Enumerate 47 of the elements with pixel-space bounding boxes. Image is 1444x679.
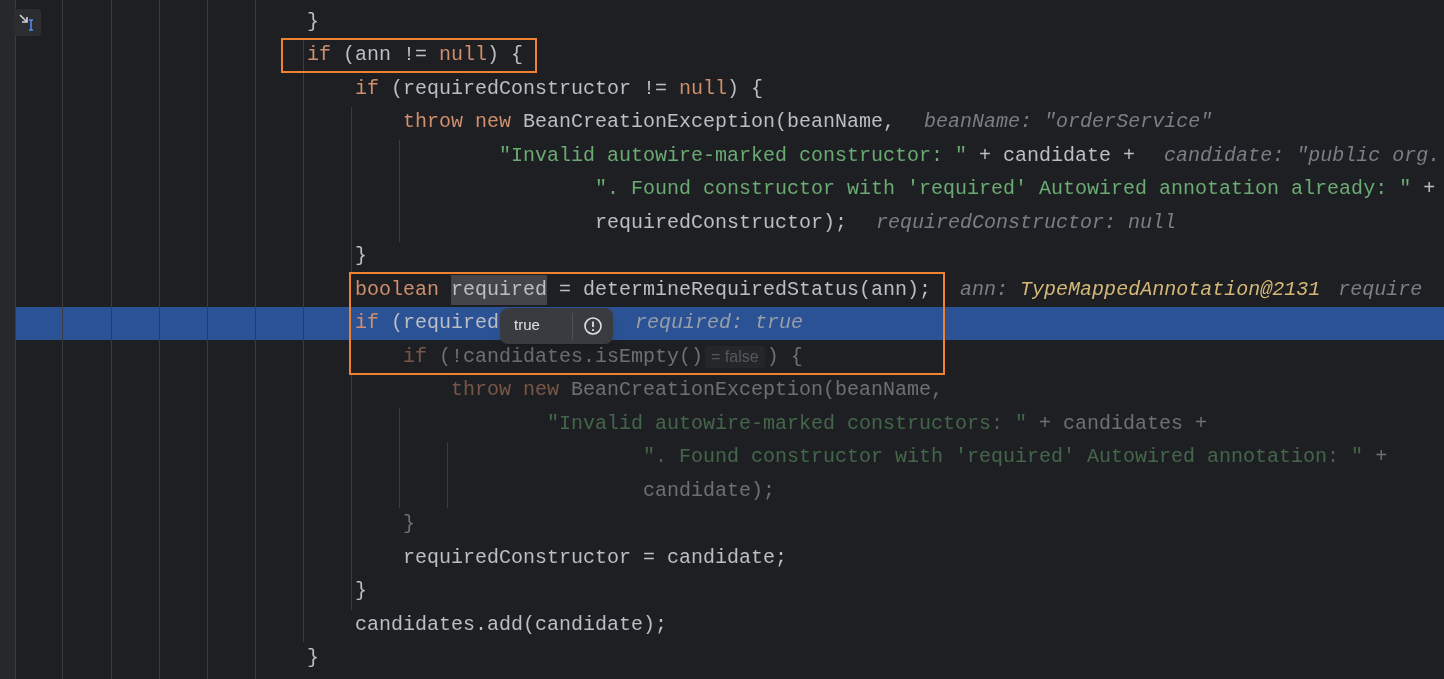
exclamation-circle-icon	[582, 315, 603, 336]
inline-value-hint: required: true	[635, 310, 804, 337]
code-text: }	[403, 511, 415, 538]
code-text: (required	[390, 310, 500, 337]
code-text: ) {	[727, 75, 764, 102]
code-text: (requiredConstructor !=	[390, 75, 669, 102]
code-text: +	[1422, 176, 1436, 203]
keyword: if	[307, 42, 331, 69]
string-literal: "Invalid autowire-marked constructors: "	[547, 410, 1028, 437]
keyword: if	[403, 343, 427, 370]
code-text: }	[355, 578, 367, 605]
code-text: candidate);	[643, 477, 776, 504]
keyword: throw new	[451, 377, 560, 404]
keyword: boolean	[355, 276, 439, 303]
code-text: (ann !=	[342, 42, 429, 69]
code-text: = determineRequiredStatus(ann);	[558, 276, 932, 303]
code-text: }	[307, 645, 319, 672]
code-text: + candidate +	[978, 142, 1136, 169]
inline-value-hint: candidate: "public org.	[1164, 142, 1441, 169]
string-literal: ". Found constructor with 'required' Autowired annotation: "	[643, 444, 1364, 471]
code-text: + candidates +	[1038, 410, 1208, 437]
inline-value-hint: require	[1338, 276, 1423, 303]
code-text: candidates.add(candidate);	[355, 611, 668, 638]
keyword: if	[355, 310, 379, 337]
string-literal: "Invalid autowire-marked constructor: "	[499, 142, 968, 169]
code-text: (!candidates.isEmpty()	[438, 343, 704, 370]
code-text: BeanCreationException(beanName,	[522, 109, 896, 136]
code-text: +	[1374, 444, 1388, 471]
code-text: ) {	[766, 343, 803, 370]
inline-value-hint: beanName: "orderService"	[924, 109, 1213, 136]
code-text: }	[355, 243, 367, 270]
selected-word: required	[451, 274, 548, 305]
run-to-cursor-button[interactable]	[14, 9, 41, 36]
keyword: throw new	[403, 109, 512, 136]
inline-value-hint: ann:	[960, 276, 1009, 303]
code-text: ) {	[487, 42, 524, 69]
code-text: BeanCreationException(beanName,	[570, 377, 944, 404]
inline-value-hint: TypeMappedAnnotation@2131	[1020, 276, 1321, 303]
keyword: null	[439, 42, 488, 69]
keyword: if	[355, 75, 379, 102]
string-literal: ". Found constructor with 'required' Autowired annotation already: "	[595, 176, 1412, 203]
code-text: requiredConstructor);	[595, 209, 848, 236]
tooltip-value: true	[513, 315, 541, 336]
code-text: }	[307, 8, 319, 35]
inline-value-hint: requiredConstructor: null	[876, 209, 1177, 236]
keyword: null	[679, 75, 728, 102]
code-text: requiredConstructor = candidate;	[403, 544, 788, 571]
